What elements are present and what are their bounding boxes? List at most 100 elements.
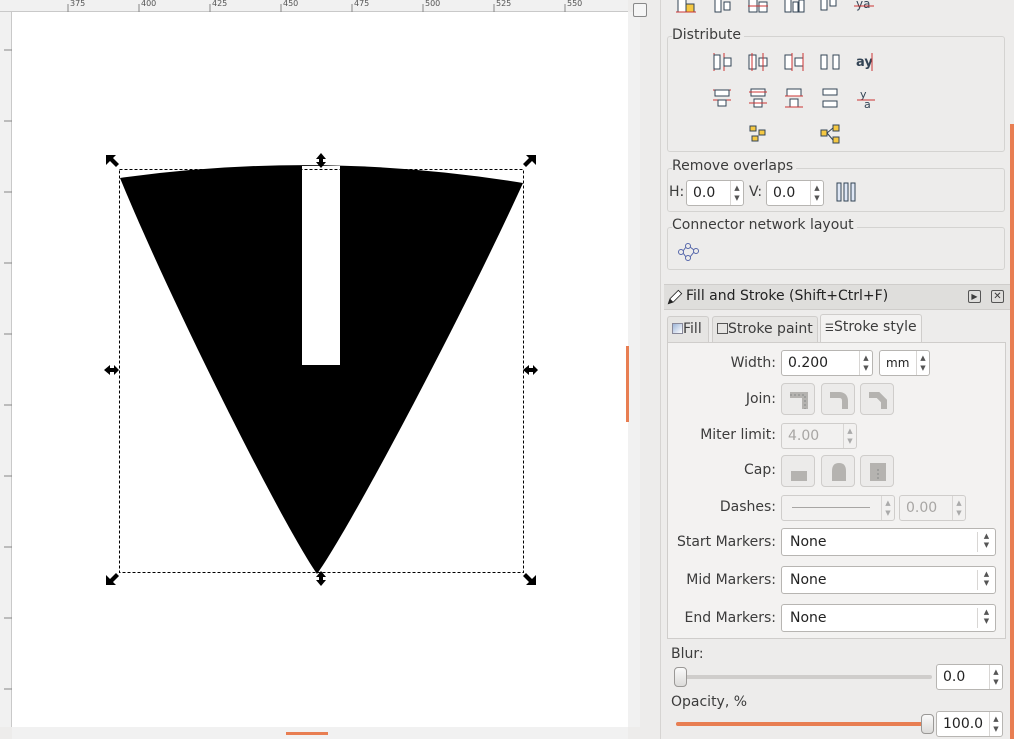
h-gap-spinner[interactable]: 0.0 ▲ ▼	[686, 180, 744, 206]
randomize-positions-icon[interactable]	[744, 122, 772, 146]
stroke-paint-tab-icon	[717, 323, 728, 334]
end-markers-value: None	[790, 610, 827, 626]
spin-arrows-icon[interactable]: ▲ ▼	[730, 181, 743, 205]
opacity-spinner[interactable]: 100.0 ▲ ▼	[936, 711, 1003, 737]
blur-slider-knob[interactable]	[674, 667, 687, 687]
iconify-panel-button[interactable]: ▶	[968, 290, 981, 303]
cap-round-button[interactable]	[821, 455, 855, 487]
join-miter-button[interactable]	[781, 383, 815, 415]
connector-layout-frame	[667, 227, 1005, 270]
stroke-style-tab-icon: ☰	[825, 323, 834, 334]
select-arrows-icon[interactable]: ▲ ▼	[977, 608, 995, 628]
svg-text:ay: ay	[856, 55, 873, 70]
stroke-width-value: 0.200	[788, 355, 829, 371]
v-gap-spinner[interactable]: 0.0 ▲ ▼	[766, 180, 824, 206]
blur-value: 0.0	[943, 669, 966, 685]
align-top-icon[interactable]	[814, 0, 842, 18]
distribute-centers-horizontal-icon[interactable]	[744, 50, 772, 74]
stroke-unit-value: mm	[886, 356, 910, 370]
distribute-right-edges-icon[interactable]	[780, 50, 808, 74]
end-markers-select[interactable]: None ▲ ▼	[781, 604, 996, 632]
spin-arrows-icon[interactable]: ▲ ▼	[810, 181, 823, 205]
connector-layout-title: Connector network layout	[672, 217, 857, 233]
distribute-title: Distribute	[672, 27, 744, 43]
distribute-centers-vertical-icon[interactable]	[744, 86, 772, 110]
distribute-top-edges-icon[interactable]	[708, 86, 736, 110]
stroke-width-spinner[interactable]: 0.200 ▲ ▼	[781, 350, 873, 376]
shape-cutout	[302, 166, 340, 365]
blur-slider-track[interactable]	[676, 675, 932, 679]
tab-fill[interactable]: Fill	[667, 316, 709, 342]
mid-markers-select[interactable]: None ▲ ▼	[781, 566, 996, 594]
distribute-left-edges-icon[interactable]	[708, 50, 736, 74]
scale-handle-right[interactable]	[523, 365, 538, 375]
v-gap-label: V:	[749, 184, 763, 200]
h-gap-label: H:	[669, 184, 685, 200]
spin-arrows-icon[interactable]: ▲ ▼	[989, 712, 1002, 736]
select-arrows-icon[interactable]: ▲ ▼	[881, 496, 894, 520]
dock-separator[interactable]	[660, 0, 661, 739]
tab-stroke-style[interactable]: ☰Stroke style	[820, 314, 922, 343]
mid-markers-value: None	[790, 572, 827, 588]
remove-overlaps-title: Remove overlaps	[672, 158, 797, 174]
distribute-gaps-horizontal-icon[interactable]	[816, 50, 844, 74]
dash-pattern-preview	[792, 507, 870, 508]
miter-limit-value: 4.00	[788, 428, 820, 444]
align-center-vertical-icon[interactable]	[708, 0, 736, 18]
join-bevel-button[interactable]	[860, 383, 894, 415]
dash-offset-spinner[interactable]: 0.00 ▲ ▼	[899, 495, 966, 521]
remove-overlaps-icon[interactable]	[832, 180, 860, 204]
select-arrows-icon[interactable]: ▲ ▼	[977, 570, 995, 590]
distribute-bottom-edges-icon[interactable]	[780, 86, 808, 110]
join-label: Join:	[745, 391, 776, 407]
remove-overlaps-graph-icon[interactable]	[816, 122, 844, 146]
end-markers-label: End Markers:	[684, 610, 776, 626]
spin-arrows-icon[interactable]: ▲ ▼	[989, 665, 1002, 689]
distribute-baselines-vertical-icon[interactable]: ya	[852, 86, 880, 110]
spin-arrows-icon[interactable]: ▲ ▼	[952, 496, 965, 520]
distribute-text-baselines-icon[interactable]: ay	[852, 50, 880, 74]
start-markers-label: Start Markers:	[676, 534, 776, 550]
close-panel-button[interactable]: ✕	[991, 290, 1004, 303]
align-bottom-edge-icon[interactable]	[672, 0, 700, 18]
dash-pattern-select[interactable]: ▲ ▼	[781, 495, 895, 521]
scale-handle-bottom-right[interactable]	[523, 573, 536, 585]
distribute-gaps-vertical-icon[interactable]	[816, 86, 844, 110]
h-gap-value: 0.0	[693, 185, 716, 201]
opacity-value: 100.0	[943, 716, 984, 732]
scale-handle-top-left[interactable]	[106, 155, 119, 167]
scale-handle-left[interactable]	[104, 365, 119, 375]
tab-stroke-paint-label: Stroke paint	[728, 321, 813, 337]
dock-scroll-indicator[interactable]	[1010, 124, 1014, 739]
cap-label: Cap:	[744, 462, 776, 478]
select-arrows-icon[interactable]: ▲ ▼	[977, 532, 995, 552]
tab-fill-label: Fill	[683, 321, 702, 337]
stroke-unit-select[interactable]: mm ▲ ▼	[879, 350, 930, 376]
select-arrows-icon[interactable]: ▲ ▼	[916, 351, 929, 375]
spin-arrows-icon[interactable]: ▲ ▼	[859, 351, 872, 375]
blur-label: Blur:	[671, 646, 704, 662]
miter-limit-spinner[interactable]: 4.00 ▲ ▼	[781, 423, 857, 449]
tab-stroke-style-label: Stroke style	[833, 319, 917, 335]
align-bottom-icon[interactable]	[780, 0, 808, 18]
spin-arrows-icon[interactable]: ▲ ▼	[843, 424, 856, 448]
dash-offset-value: 0.00	[906, 500, 938, 516]
start-markers-select[interactable]: None ▲ ▼	[781, 528, 996, 556]
join-round-button[interactable]	[821, 383, 855, 415]
v-gap-value: 0.0	[773, 185, 796, 201]
align-baseline-icon[interactable]	[744, 0, 772, 18]
miter-limit-label: Miter limit:	[700, 427, 776, 443]
opacity-slider-knob[interactable]	[921, 714, 934, 734]
connector-network-icon[interactable]	[674, 240, 702, 264]
scale-handle-top-right[interactable]	[523, 155, 536, 167]
fill-stroke-pen-icon	[664, 285, 686, 309]
canvas-artwork	[4, 4, 566, 690]
fill-tab-icon	[672, 323, 683, 334]
cap-square-button[interactable]	[860, 455, 894, 487]
tab-stroke-paint[interactable]: Stroke paint	[712, 316, 818, 342]
blur-spinner[interactable]: 0.0 ▲ ▼	[936, 664, 1003, 690]
scale-handle-bottom-left[interactable]	[106, 573, 119, 585]
align-text-baseline-icon[interactable]: ya	[850, 0, 878, 18]
opacity-label: Opacity, %	[671, 694, 748, 710]
cap-butt-button[interactable]	[781, 455, 815, 487]
